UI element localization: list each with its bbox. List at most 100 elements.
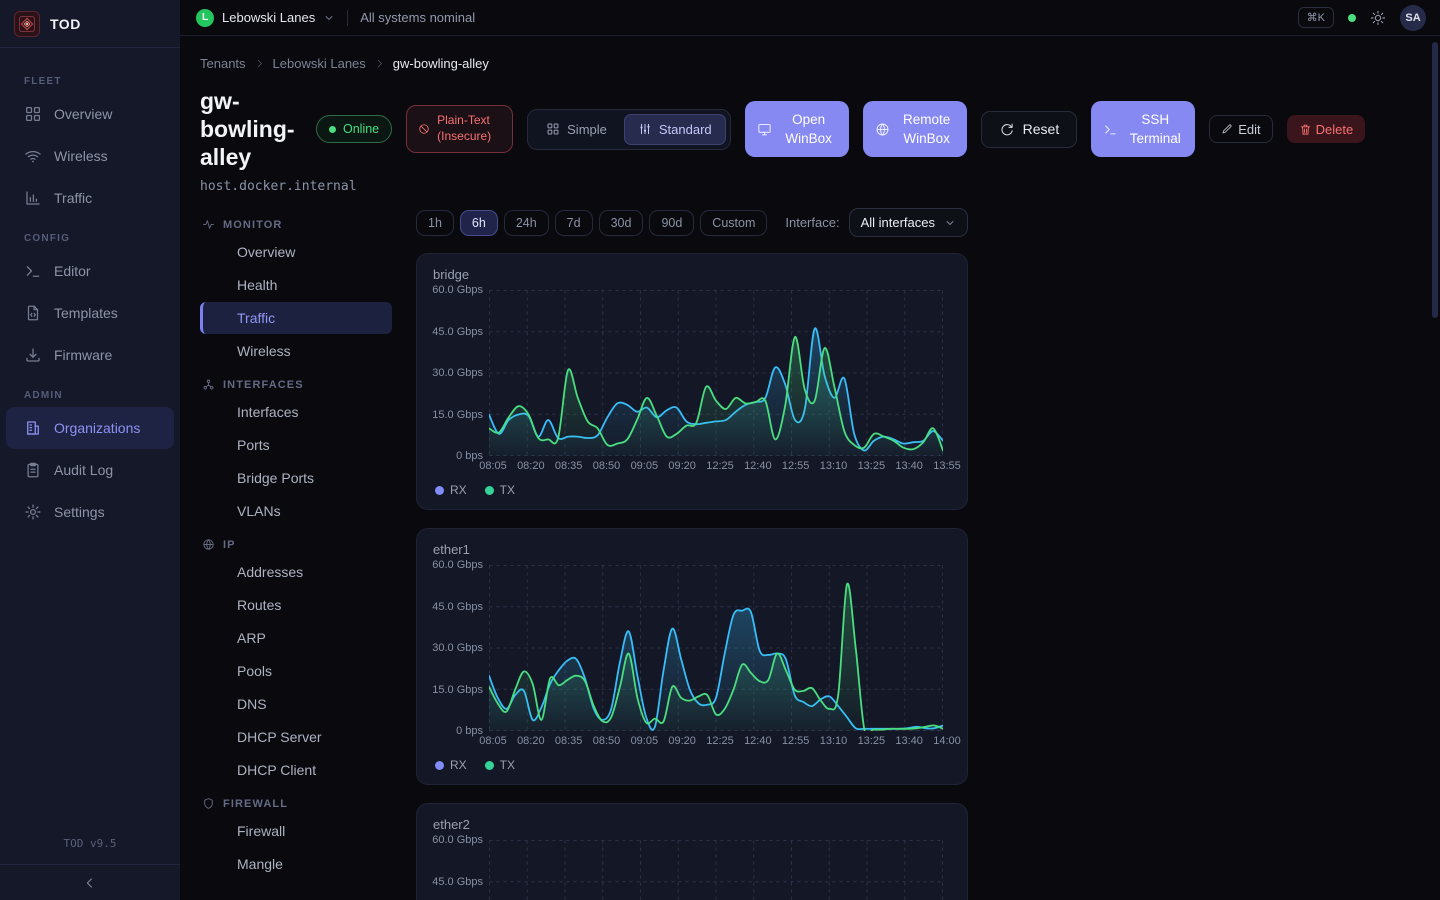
sidebar-item-overview[interactable]: Overview: [0, 93, 180, 135]
device-nav-item-mangle[interactable]: Mangle: [200, 848, 392, 880]
time-range-6h[interactable]: 6h: [460, 210, 498, 236]
interface-select[interactable]: All interfaces: [849, 208, 968, 237]
view-option-standard[interactable]: Standard: [624, 114, 726, 145]
chart-body: 60.0 Gbps45.0 Gbps30.0 Gbps15.0 Gbps0 bp…: [433, 840, 951, 900]
device-nav-group-label: INTERFACES: [223, 379, 304, 391]
device-nav-item-overview[interactable]: Overview: [200, 236, 392, 268]
x-tick-label: 12:25: [706, 460, 734, 472]
tenant-avatar: L: [196, 9, 214, 27]
x-tick-label: 08:05: [479, 735, 507, 747]
view-option-simple[interactable]: Simple: [532, 114, 621, 145]
device-nav-item-pools[interactable]: Pools: [200, 655, 392, 687]
sidebar-item-organizations[interactable]: Organizations: [6, 407, 174, 449]
theme-toggle-sun-icon[interactable]: [1370, 10, 1386, 26]
breadcrumb-item[interactable]: Lebowski Lanes: [273, 56, 366, 71]
open-winbox-label: Open WinBox: [781, 110, 837, 149]
sidebar-item-label: Editor: [54, 263, 91, 279]
device-nav-item-addresses[interactable]: Addresses: [200, 556, 392, 588]
legend-label: TX: [500, 483, 515, 497]
time-range-30d[interactable]: 30d: [599, 210, 644, 236]
pencil-icon: [1221, 123, 1233, 135]
time-range-24h[interactable]: 24h: [504, 210, 549, 236]
y-tick-label: 15.0 Gbps: [432, 409, 483, 421]
y-tick-label: 15.0 Gbps: [432, 684, 483, 696]
device-nav-item-dns[interactable]: DNS: [200, 688, 392, 720]
sidebar-item-label: Wireless: [54, 148, 108, 164]
x-tick-label: 14:00: [933, 735, 961, 747]
interface-filter-label: Interface:: [785, 215, 839, 230]
time-range-90d[interactable]: 90d: [649, 210, 694, 236]
device-header: gw-bowling-alley Online Plain-Text (Inse…: [200, 87, 1440, 171]
sidebar-item-audit-log[interactable]: Audit Log: [0, 449, 180, 491]
chevron-right-icon: [254, 58, 265, 69]
chart-body: 60.0 Gbps45.0 Gbps30.0 Gbps15.0 Gbps0 bp…: [433, 290, 951, 456]
command-palette-shortcut[interactable]: ⌘K: [1298, 7, 1334, 28]
online-status-badge: Online: [316, 115, 392, 143]
sidebar-item-wireless[interactable]: Wireless: [0, 135, 180, 177]
vertical-scrollbar[interactable]: [1432, 42, 1438, 318]
ssh-terminal-button[interactable]: SSH Terminal: [1091, 101, 1195, 157]
time-range-1h[interactable]: 1h: [416, 210, 454, 236]
sidebar-item-editor[interactable]: Editor: [0, 250, 180, 292]
sidebar-section-label: FLEET: [0, 62, 180, 93]
app-logo-icon: [14, 11, 40, 37]
insecure-label: Plain-Text (Insecure): [437, 113, 501, 144]
reset-button[interactable]: Reset: [981, 111, 1078, 148]
sidebar-item-firmware[interactable]: Firmware: [0, 334, 180, 376]
legend-item-rx: RX: [435, 483, 467, 497]
device-nav-item-bridge-ports[interactable]: Bridge Ports: [200, 462, 392, 494]
x-tick-label: 08:05: [479, 460, 507, 472]
sidebar-collapse-button[interactable]: [0, 864, 180, 900]
chart-y-axis: 60.0 Gbps45.0 Gbps30.0 Gbps15.0 Gbps0 bp…: [433, 290, 489, 456]
device-nav-item-dhcp-client[interactable]: DHCP Client: [200, 754, 392, 786]
charts-column: 1h6h24h7d30d90dCustom Interface: All int…: [416, 208, 968, 900]
legend-item-rx: RX: [435, 758, 467, 772]
chart-plot: [489, 565, 943, 731]
tenant-name: Lebowski Lanes: [222, 10, 315, 25]
device-nav-item-arp[interactable]: ARP: [200, 622, 392, 654]
device-nav-item-wireless[interactable]: Wireless: [200, 335, 392, 367]
chart-legend: RX TX: [435, 483, 951, 497]
user-avatar[interactable]: SA: [1400, 5, 1426, 31]
tenant-switcher[interactable]: L Lebowski Lanes: [196, 9, 335, 27]
x-tick-label: 12:40: [744, 735, 772, 747]
device-nav-item-vlans[interactable]: VLANs: [200, 495, 392, 527]
device-nav-item-health[interactable]: Health: [200, 269, 392, 301]
grid-icon: [24, 105, 42, 123]
edit-button[interactable]: Edit: [1209, 115, 1272, 143]
legend-label: RX: [450, 483, 467, 497]
delete-button[interactable]: Delete: [1287, 115, 1366, 143]
device-nav-group-label: IP: [223, 539, 236, 551]
open-winbox-button[interactable]: Open WinBox: [745, 101, 849, 157]
device-nav-item-traffic[interactable]: Traffic: [200, 302, 392, 334]
x-tick-label: 09:05: [631, 735, 659, 747]
x-tick-label: 08:50: [593, 735, 621, 747]
device-nav-item-ports[interactable]: Ports: [200, 429, 392, 461]
sidebar-nav: FLEETOverviewWirelessTrafficCONFIGEditor…: [0, 48, 180, 827]
topbar-divider: [347, 10, 348, 26]
time-range-custom[interactable]: Custom: [700, 210, 767, 236]
x-tick-label: 13:55: [933, 460, 961, 472]
sidebar-item-label: Firmware: [54, 347, 112, 363]
device-nav-item-dhcp-server[interactable]: DHCP Server: [200, 721, 392, 753]
sidebar-item-settings[interactable]: Settings: [0, 491, 180, 533]
device-nav-item-routes[interactable]: Routes: [200, 589, 392, 621]
x-tick-label: 08:50: [593, 460, 621, 472]
time-range-7d[interactable]: 7d: [555, 210, 593, 236]
sidebar-item-traffic[interactable]: Traffic: [0, 177, 180, 219]
view-mode-toggle: SimpleStandard: [527, 109, 731, 150]
remote-winbox-button[interactable]: Remote WinBox: [863, 101, 967, 157]
device-nav-item-firewall[interactable]: Firewall: [200, 815, 392, 847]
activity-icon: [202, 218, 215, 231]
breadcrumb-item[interactable]: Tenants: [200, 56, 246, 71]
lower-region: MONITOROverviewHealthTrafficWirelessINTE…: [200, 208, 1440, 900]
legend-item-tx: TX: [485, 758, 515, 772]
chevron-left-icon: [83, 876, 97, 890]
x-tick-label: 09:05: [631, 460, 659, 472]
topbar-right: ⌘K SA: [1298, 5, 1426, 31]
refresh-icon: [999, 122, 1014, 137]
device-nav-item-interfaces[interactable]: Interfaces: [200, 396, 392, 428]
sidebar-item-templates[interactable]: Templates: [0, 292, 180, 334]
remote-winbox-label: Remote WinBox: [899, 110, 955, 149]
chart-y-axis: 60.0 Gbps45.0 Gbps30.0 Gbps15.0 Gbps0 bp…: [433, 840, 489, 900]
